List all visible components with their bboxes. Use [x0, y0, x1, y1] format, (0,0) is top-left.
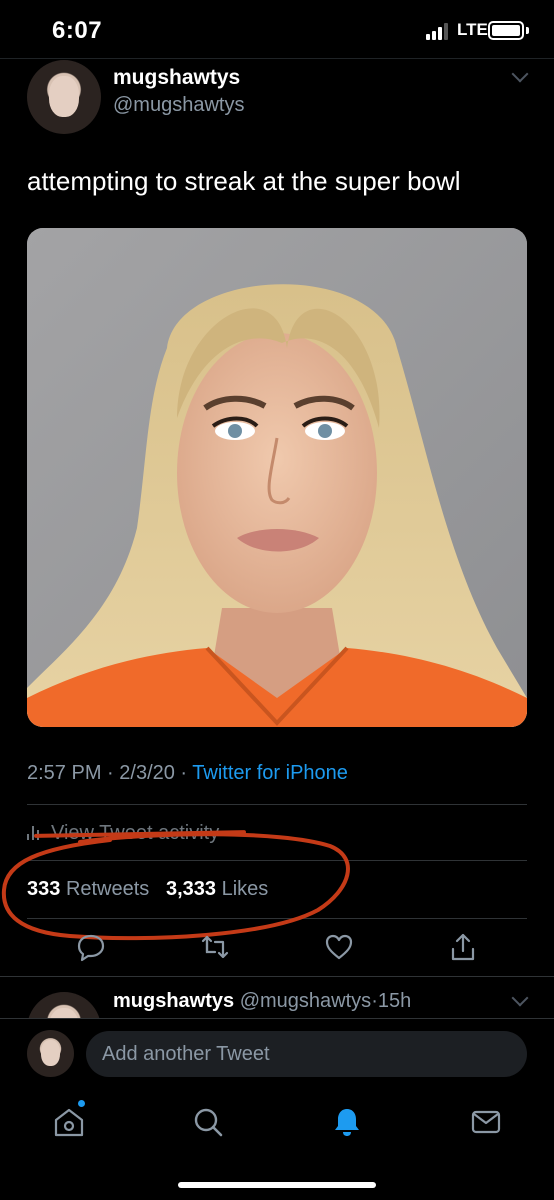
reply-display-name: mugshawtys — [113, 990, 235, 1012]
author-avatar[interactable] — [27, 60, 101, 134]
tweet-text: attempting to streak at the super bowl — [27, 166, 461, 196]
tweet-date: 2/3/20 — [119, 762, 175, 784]
network-type: LTE — [457, 20, 488, 39]
tweet-time: 2:57 PM — [27, 762, 102, 784]
reply-header[interactable]: mugshawtys @mugshawtys·15h — [113, 990, 411, 1013]
signal-strength-icon — [426, 22, 454, 40]
like-icon[interactable] — [324, 932, 354, 962]
share-icon[interactable] — [448, 932, 478, 962]
search-icon[interactable] — [191, 1105, 225, 1139]
home-icon[interactable] — [52, 1105, 86, 1139]
tweet-menu-chevron-icon[interactable] — [511, 65, 529, 83]
reply-menu-chevron-icon[interactable] — [511, 989, 529, 1007]
tweet-photo[interactable] — [27, 228, 527, 727]
photo-illustration — [27, 228, 527, 727]
status-bar: 6:07 LTE — [0, 0, 554, 60]
author-display-name[interactable]: mugshawtys — [113, 66, 240, 90]
notifications-icon[interactable] — [330, 1105, 364, 1139]
reply-handle: @mugshawtys — [239, 990, 372, 1012]
reply-age: 15h — [377, 990, 412, 1012]
messages-icon[interactable] — [469, 1105, 503, 1139]
author-handle[interactable]: @mugshawtys — [113, 94, 244, 117]
annotation-circle — [1, 832, 350, 941]
divider — [0, 976, 554, 977]
add-tweet-input[interactable] — [86, 1031, 527, 1077]
battery-icon — [488, 21, 524, 40]
tweet-meta: 2:57 PM · 2/3/20 · Twitter for iPhone — [27, 762, 348, 784]
reply-icon[interactable] — [76, 932, 106, 962]
compose-avatar — [27, 1030, 74, 1077]
tweet-source-link[interactable]: Twitter for iPhone — [192, 762, 348, 784]
status-time: 6:07 — [52, 17, 103, 44]
top-divider — [0, 58, 554, 59]
retweet-icon[interactable] — [200, 932, 230, 962]
divider — [27, 804, 527, 805]
new-content-dot — [78, 1100, 85, 1107]
home-indicator[interactable] — [178, 1182, 376, 1188]
